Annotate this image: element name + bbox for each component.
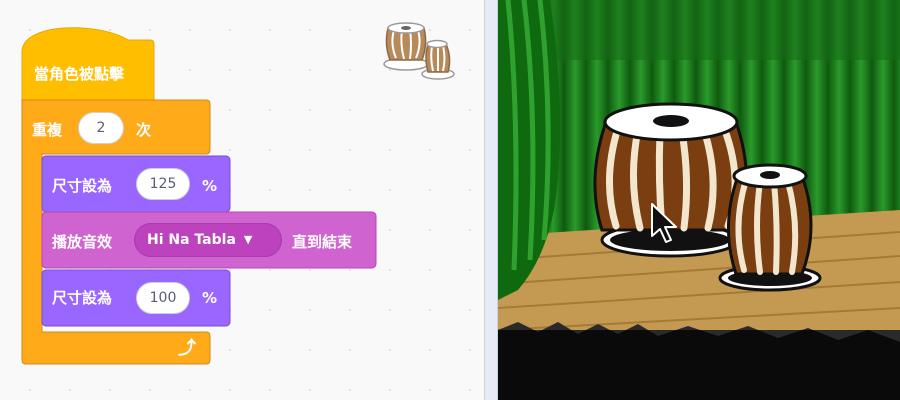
caret-down-icon: ▼ [243,233,253,246]
stage-backdrop [498,0,900,400]
code-area[interactable]: 當角色被點擊 重複 2 次 尺寸設為 125 % 播放音效 Hi Na Tabl… [0,0,484,400]
sound-dropdown-value: Hi Na Tabla [147,232,236,248]
hat-block-label[interactable]: 當角色被點擊 [34,64,124,84]
set-size-value-input-1[interactable]: 125 [136,168,190,200]
play-sound-suffix: 直到結束 [292,233,353,251]
panel-divider[interactable] [484,0,498,400]
stage[interactable] [498,0,900,400]
mouse-pointer-icon [651,203,677,243]
repeat-count-input[interactable]: 2 [78,112,124,144]
repeat-suffix: 次 [136,121,152,139]
set-size-unit-1: % [202,177,218,195]
set-size-label-1[interactable]: 尺寸設為 [52,176,112,196]
tabla-drums-icon[interactable] [380,14,458,82]
repeat-label[interactable]: 重複 [32,120,62,140]
sound-dropdown[interactable]: Hi Na Tabla ▼ [134,223,282,257]
play-sound-label[interactable]: 播放音效 [52,232,112,252]
set-size-label-2[interactable]: 尺寸設為 [52,288,112,308]
set-size-value-input-2[interactable]: 100 [136,282,190,314]
loop-arrow-icon: ⤴ [178,338,196,359]
set-size-unit-2: % [202,289,218,307]
